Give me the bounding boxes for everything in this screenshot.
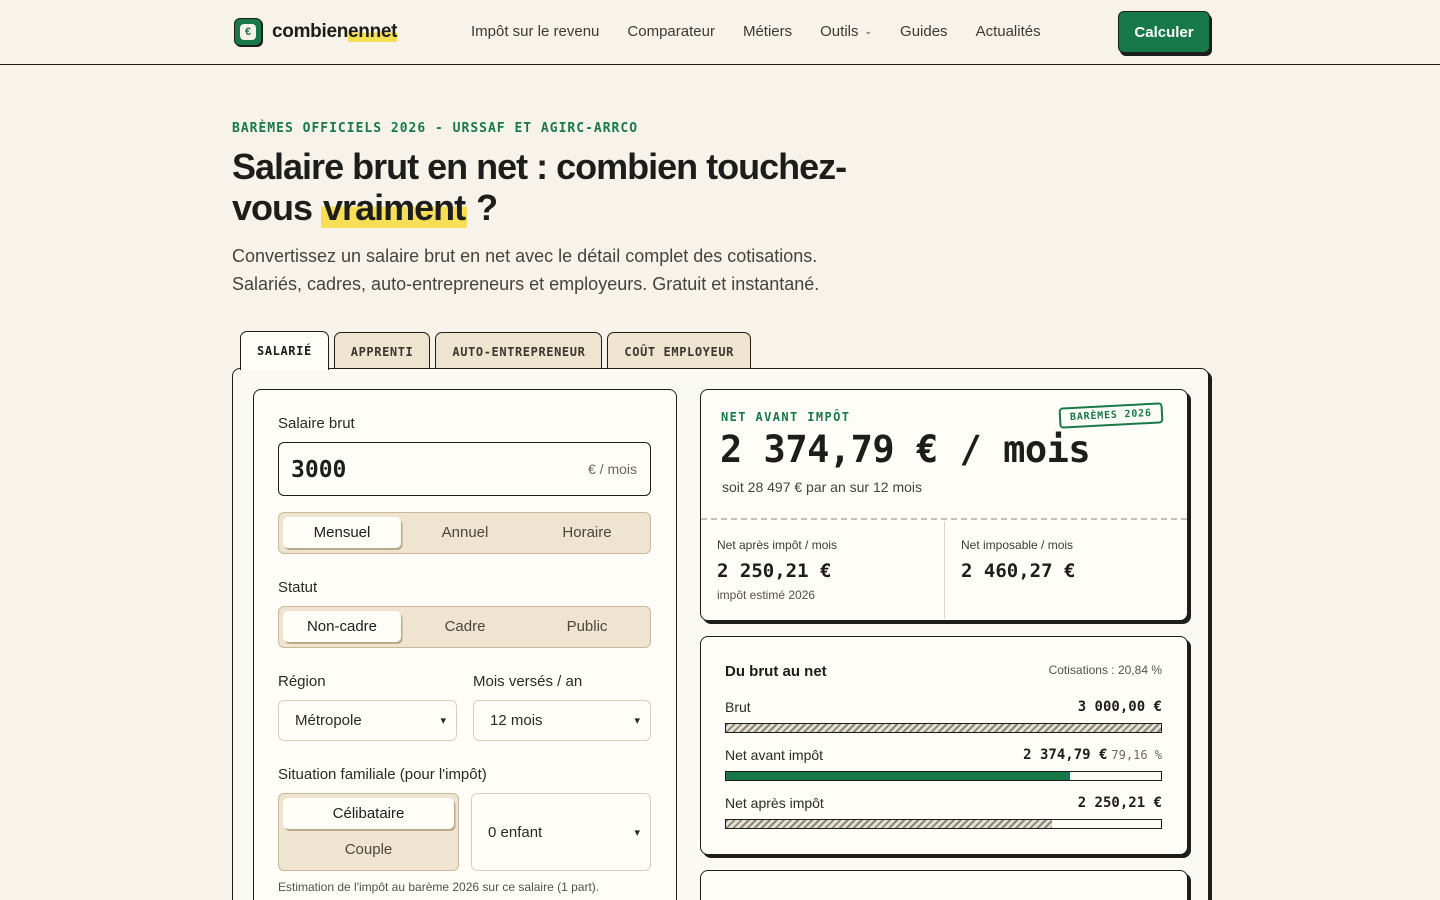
net-avant-impot-value: 2 374,79 € / mois xyxy=(720,428,1091,471)
period-annuel[interactable]: Annuel xyxy=(406,517,524,548)
enfants-select[interactable]: 0 enfant ▾ xyxy=(471,793,651,871)
tab-salarie[interactable]: SALARIÉ xyxy=(240,331,329,370)
bar-fill xyxy=(726,724,1161,732)
page-title: Salaire brut en net : combien touchez-vo… xyxy=(232,146,847,228)
row-brut-label: Brut xyxy=(725,699,751,715)
famille-toggle: Célibataire Couple xyxy=(278,793,459,871)
divider xyxy=(701,518,1187,520)
region-label: Région xyxy=(278,673,326,690)
row-brut-value: 3 000,00 € xyxy=(1077,699,1162,715)
bar-fill xyxy=(726,820,1053,828)
famille-celibataire[interactable]: Célibataire xyxy=(283,798,454,829)
region-select[interactable]: Métropole ▾ xyxy=(278,700,457,741)
breakdown-title: Du brut au net xyxy=(725,663,827,680)
brut-unit: € / mois xyxy=(587,461,637,477)
region-value: Métropole xyxy=(295,712,362,729)
net-apres-value: 2 250,21 € xyxy=(717,560,832,582)
bar-brut xyxy=(725,723,1162,733)
hero-eyebrow: BARÈMES OFFICIELS 2026 - URSSAF ET AGIRC… xyxy=(232,121,639,136)
row-net-apres-value: 2 250,21 € xyxy=(1077,795,1162,811)
calculator-tabs: SALARIÉ APPRENTI AUTO-ENTREPRENEUR COÛT … xyxy=(240,331,751,370)
nav-metiers[interactable]: Métiers xyxy=(743,23,792,40)
brut-input[interactable]: 3000 € / mois xyxy=(278,442,651,496)
mois-value: 12 mois xyxy=(490,712,543,729)
brut-label: Salaire brut xyxy=(278,415,355,432)
nav-comparateur[interactable]: Comparateur xyxy=(627,23,715,40)
bar-net-apres xyxy=(725,819,1162,829)
net-imposable-value: 2 460,27 € xyxy=(961,560,1076,582)
cotisations-rate: Cotisations : 20,84 % xyxy=(1048,663,1162,677)
famille-couple[interactable]: Couple xyxy=(283,834,454,865)
period-horaire[interactable]: Horaire xyxy=(528,517,646,548)
nav-actualites[interactable]: Actualités xyxy=(976,23,1041,40)
impot-note: Estimation de l'impôt au barème 2026 sur… xyxy=(278,880,600,894)
row-net-avant-label: Net avant impôt xyxy=(725,747,824,763)
nav-guides[interactable]: Guides xyxy=(900,23,948,40)
tab-apprenti[interactable]: APPRENTI xyxy=(333,332,431,370)
bar-net-avant xyxy=(725,771,1162,781)
net-apres-hint: impôt estimé 2026 xyxy=(717,588,816,602)
bar-fill xyxy=(726,772,1071,780)
chevron-down-icon: ▾ xyxy=(634,826,640,839)
hero-lead: Convertissez un salaire brut en net avec… xyxy=(232,246,820,294)
main-nav: Impôt sur le revenu Comparateur Métiers … xyxy=(471,23,1041,40)
period-toggle: Mensuel Annuel Horaire xyxy=(278,512,651,554)
chevron-down-icon: ⌄ xyxy=(864,26,873,36)
euro-icon: € xyxy=(234,18,262,46)
top-navigation: € combienennet Impôt sur le revenu Compa… xyxy=(0,0,1440,65)
famille-label: Situation familiale (pour l'impôt) xyxy=(278,766,487,783)
nav-impot[interactable]: Impôt sur le revenu xyxy=(471,23,599,40)
net-annuel-text: soit 28 497 € par an sur 12 mois xyxy=(722,479,923,495)
enfants-value: 0 enfant xyxy=(488,823,543,841)
statut-public[interactable]: Public xyxy=(528,611,646,642)
tab-auto-entrepreneur[interactable]: AUTO-ENTREPRENEUR xyxy=(435,332,603,370)
row-net-apres-label: Net après impôt xyxy=(725,795,824,811)
tab-cout-employeur[interactable]: COÛT EMPLOYEUR xyxy=(607,332,751,370)
statut-non-cadre[interactable]: Non-cadre xyxy=(283,611,401,642)
nav-outils[interactable]: Outils ⌄ xyxy=(820,23,872,40)
row-net-avant-pct: 79,16 % xyxy=(1111,748,1162,762)
chevron-down-icon: ▾ xyxy=(440,715,446,727)
chevron-down-icon: ▾ xyxy=(634,715,640,727)
result-eyebrow: NET AVANT IMPÔT xyxy=(721,410,851,424)
divider xyxy=(944,521,945,619)
nav-outils-label: Outils xyxy=(820,23,859,40)
row-net-avant-value: 2 374,79 €79,16 % xyxy=(1023,747,1162,763)
statut-label: Statut xyxy=(278,579,318,596)
logo-text: combienennet xyxy=(272,21,398,42)
mois-select[interactable]: 12 mois ▾ xyxy=(473,700,651,741)
logo[interactable]: € combienennet xyxy=(234,18,398,46)
mois-label: Mois versés / an xyxy=(473,673,583,690)
brut-value: 3000 xyxy=(291,457,347,483)
calculer-button[interactable]: Calculer xyxy=(1118,11,1210,53)
net-apres-label: Net après impôt / mois xyxy=(717,538,838,552)
next-card xyxy=(700,870,1188,900)
statut-toggle: Non-cadre Cadre Public xyxy=(278,606,651,648)
period-mensuel[interactable]: Mensuel xyxy=(283,517,401,548)
statut-cadre[interactable]: Cadre xyxy=(406,611,524,642)
net-imposable-label: Net imposable / mois xyxy=(961,538,1074,552)
